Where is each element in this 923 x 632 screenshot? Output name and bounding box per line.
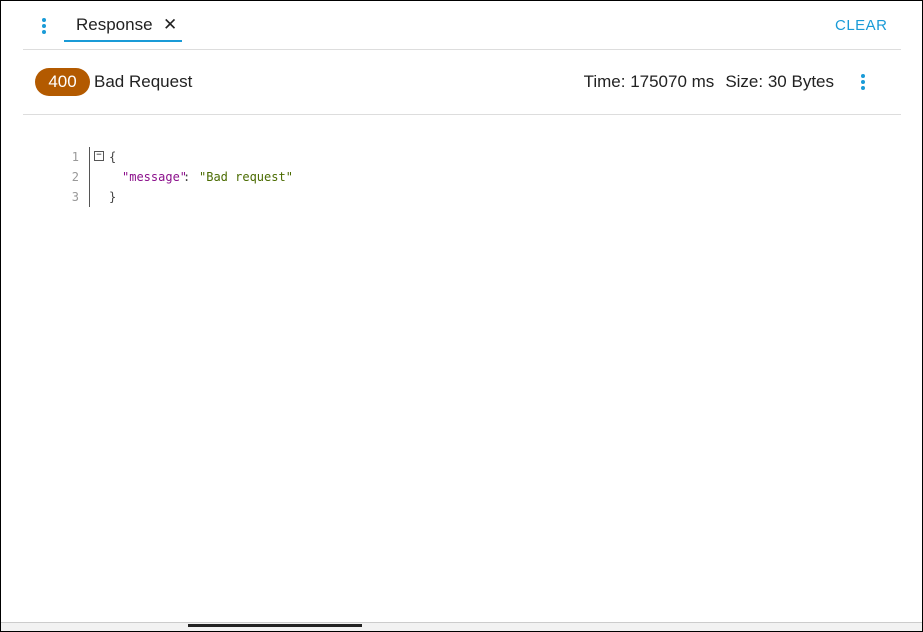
response-meta: Time: 175070 ms Size: 30 Bytes: [584, 72, 834, 92]
size-label: Size:: [725, 72, 764, 91]
tab-response-label: Response: [76, 15, 153, 34]
clear-button[interactable]: CLEAR: [835, 17, 888, 35]
close-brace: }: [109, 190, 117, 204]
line-number: 1: [71, 150, 79, 164]
status-text: Bad Request: [94, 72, 193, 91]
time-label: Time:: [583, 72, 626, 91]
time-value: 175070 ms: [630, 72, 715, 91]
json-separator: :: [183, 170, 198, 184]
open-brace: {: [109, 150, 117, 164]
json-key: "message": [122, 170, 188, 184]
tab-menu-icon[interactable]: [41, 18, 47, 34]
json-string-value: "Bad request": [199, 170, 293, 184]
gutter-divider: [89, 147, 90, 207]
line-number: 2: [71, 170, 79, 184]
fold-toggle-icon[interactable]: −: [94, 151, 104, 161]
status-bar: 400 Bad Request Time: 175070 ms Size: 30 …: [23, 50, 901, 115]
response-panel: Response ✕ CLEAR 400 Bad Request Time: 1…: [0, 0, 923, 632]
horizontal-scrollbar[interactable]: [1, 622, 922, 631]
close-icon[interactable]: ✕: [163, 15, 177, 35]
tab-bar: Response ✕ CLEAR: [23, 1, 901, 50]
line-number: 3: [71, 190, 79, 204]
response-menu-icon[interactable]: [860, 74, 866, 90]
status-code-badge: 400: [35, 68, 90, 96]
tab-response[interactable]: Response ✕: [64, 1, 182, 42]
size-value: 30 Bytes: [767, 72, 834, 91]
scrollbar-thumb[interactable]: [188, 624, 362, 627]
